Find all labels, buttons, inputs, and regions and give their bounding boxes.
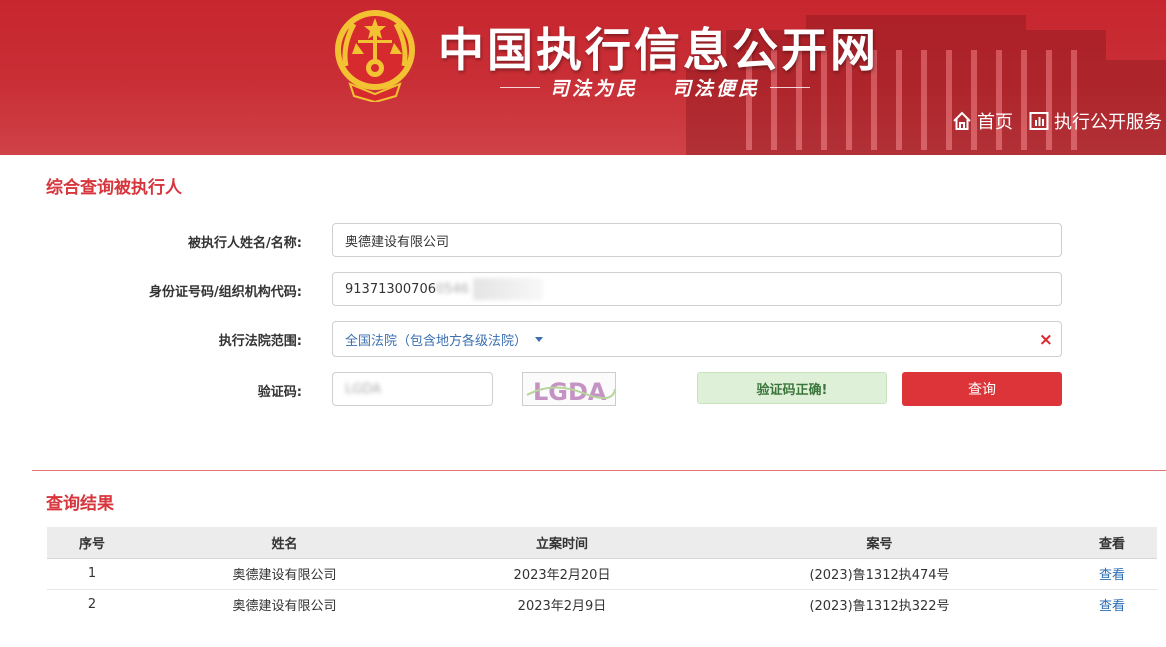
nav-services[interactable]: 执行公开服务 — [1028, 108, 1162, 134]
clear-icon[interactable]: × — [1039, 330, 1053, 350]
cell-date: 2023年2月9日 — [517, 599, 607, 615]
view-link[interactable]: 查看 — [1067, 558, 1157, 590]
captcha-status-badge: 验证码正确! — [697, 372, 887, 404]
view-link-label[interactable]: 查看 — [1099, 599, 1125, 614]
court-emblem-logo — [335, 10, 415, 102]
court-select[interactable]: 全国法院（包含地方各级法院） × — [332, 321, 1062, 357]
id-input-masked: 0546 — [435, 281, 470, 297]
slogan-right: 司法便民 — [672, 78, 761, 100]
id-masking-blur — [473, 278, 544, 300]
cell-name: 奥德建设有限公司 — [137, 558, 432, 590]
view-link[interactable]: 查看 — [1067, 589, 1157, 620]
name-label: 被执行人姓名/名称: — [188, 236, 302, 251]
query-button[interactable]: 查询 — [902, 372, 1062, 406]
court-label: 执行法院范围: — [218, 334, 302, 349]
captcha-image-text: LGDA — [533, 378, 607, 406]
cell-date: 2023年2月20日 — [432, 558, 692, 590]
cell-case: (2023)鲁1312执474号 — [692, 558, 1067, 590]
cell-case: (2023)鲁1312执322号 — [809, 599, 950, 615]
slogan-divider — [500, 87, 540, 88]
bar-chart-icon — [1029, 112, 1049, 130]
caret-down-icon — [535, 336, 544, 342]
id-input[interactable]: 91371300706 0546 — [332, 272, 1062, 306]
column-header-view: 查看 — [1067, 527, 1157, 559]
id-input-value: 91371300706 — [345, 281, 436, 297]
id-label: 身份证号码/组织机构代码: — [149, 285, 302, 300]
nav-home-label: 首页 — [977, 112, 1013, 133]
name-input[interactable]: 奥德建设有限公司 — [332, 223, 1062, 257]
slogan-divider — [770, 87, 811, 88]
query-panel-title: 综合查询被执行人 — [46, 178, 182, 198]
captcha-image[interactable]: LGDA — [522, 372, 616, 406]
column-header-date: 立案时间 — [432, 527, 692, 559]
column-header-name: 姓名 — [137, 527, 432, 559]
column-header-index: 序号 — [47, 527, 137, 559]
nav-home[interactable]: 首页 — [951, 108, 1013, 134]
slogan-left: 司法为民 — [550, 78, 639, 100]
section-divider — [32, 470, 1166, 471]
court-select-value: 全国法院（包含地方各级法院） — [345, 333, 528, 349]
site-title: 中国执行信息公开网 — [438, 23, 879, 77]
query-panel: 综合查询被执行人 被执行人姓名/名称: 奥德建设有限公司 身份证号码/组织机构代… — [32, 155, 1166, 441]
nav-services-label: 执行公开服务 — [1054, 112, 1162, 133]
table-header-row: 序号 姓名 立案时间 案号 查看 — [47, 527, 1157, 559]
name-input-value: 奥德建设有限公司 — [345, 234, 450, 250]
cell-index: 1 — [47, 558, 137, 590]
captcha-input[interactable]: LGDA — [332, 372, 493, 406]
cell-name: 奥德建设有限公司 — [232, 599, 337, 615]
captcha-input-value: LGDA — [345, 381, 381, 397]
site-header: 中国执行信息公开网 司法为民 司法便民 首页 执行公开服务 — [0, 0, 1166, 155]
cell-index: 2 — [87, 597, 97, 613]
table-row: 2 奥德建设有限公司 2023年2月9日 (2023)鲁1312执322号 查看 — [47, 589, 1157, 620]
home-icon — [953, 111, 971, 130]
results-title: 查询结果 — [46, 494, 114, 514]
captcha-graphic: LGDA — [526, 378, 615, 406]
view-link-label[interactable]: 查看 — [1099, 568, 1125, 583]
results-table: 序号 姓名 立案时间 案号 查看 1 奥德建设有限公司 2023年2月20日 (… — [47, 527, 1157, 620]
table-row: 1 奥德建设有限公司 2023年2月20日 (2023)鲁1312执474号 查… — [47, 558, 1157, 590]
column-header-case: 案号 — [692, 527, 1067, 559]
site-slogan: 司法为民 司法便民 — [500, 74, 811, 101]
captcha-label: 验证码: — [257, 385, 302, 400]
